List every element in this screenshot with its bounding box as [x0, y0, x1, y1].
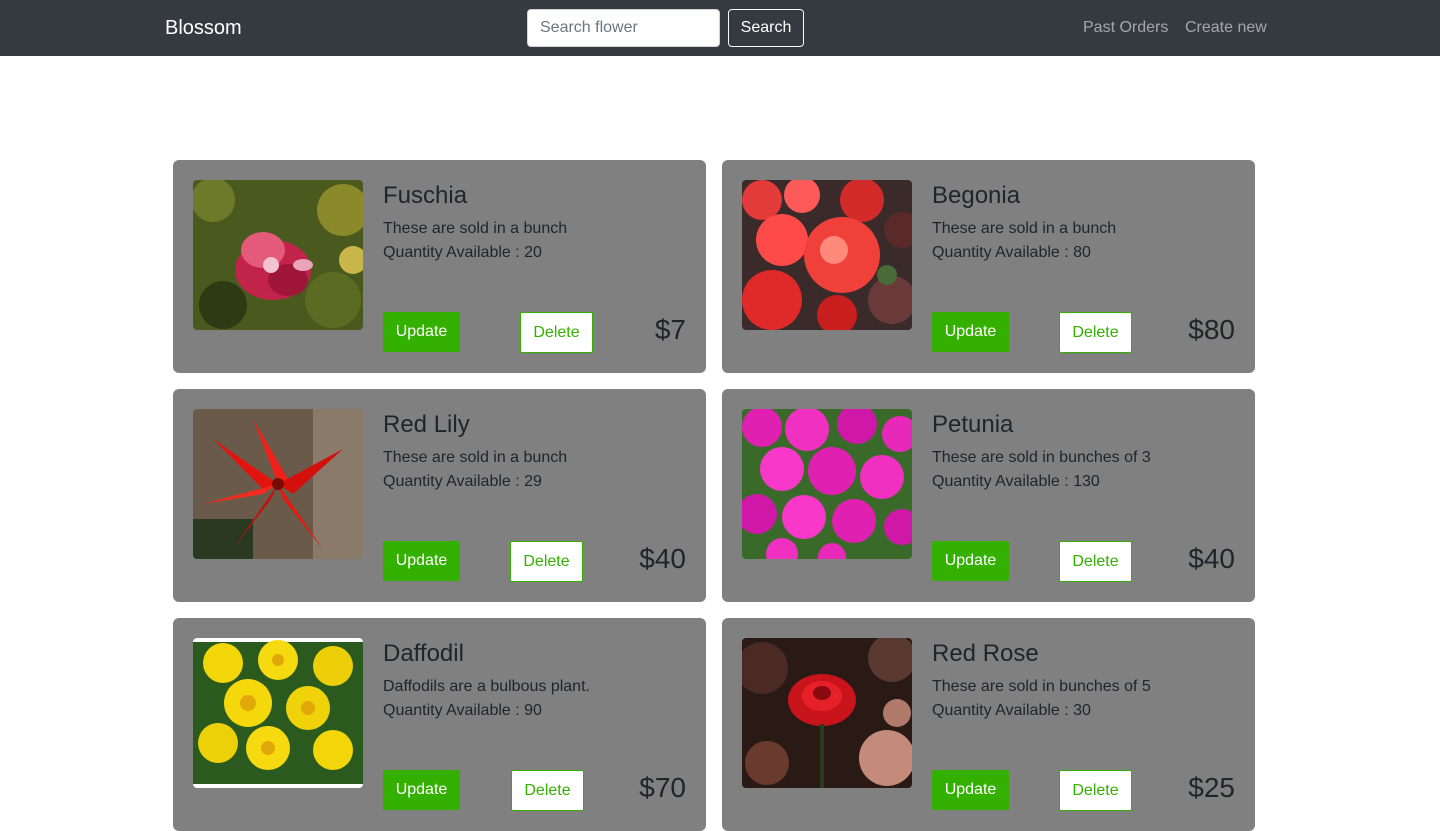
product-description: Daffodils are a bulbous plant. — [383, 678, 590, 695]
product-name: Daffodil — [383, 640, 464, 667]
product-quantity: Quantity Available : 90 — [383, 702, 542, 719]
product-description: These are sold in bunches of 5 — [932, 678, 1151, 695]
update-button[interactable]: Update — [932, 770, 1009, 810]
search-button[interactable]: Search — [728, 9, 804, 47]
product-card-daffodil: Daffodil Daffodils are a bulbous plant. … — [173, 618, 706, 831]
product-card-red-rose: Red Rose These are sold in bunches of 5 … — [722, 618, 1255, 831]
product-description: These are sold in bunches of 3 — [932, 449, 1151, 466]
delete-button[interactable]: Delete — [1059, 312, 1132, 353]
update-button[interactable]: Update — [383, 770, 460, 810]
product-card-fuschia: Fuschia These are sold in a bunch Quanti… — [173, 160, 706, 373]
brand-logo[interactable]: Blossom — [165, 16, 242, 40]
product-description: These are sold in a bunch — [383, 449, 568, 466]
product-name: Red Lily — [383, 411, 470, 438]
product-name: Red Rose — [932, 640, 1039, 667]
product-description: These are sold in a bunch — [383, 220, 568, 237]
nav-link-create-new[interactable]: Create new — [1185, 18, 1267, 38]
product-price: $80 — [1188, 314, 1235, 345]
product-name: Petunia — [932, 411, 1014, 438]
delete-button[interactable]: Delete — [1059, 541, 1132, 582]
daffodil-photo — [193, 638, 363, 788]
search-input[interactable] — [527, 9, 720, 47]
petunia-photo — [742, 409, 912, 559]
red-rose-photo — [742, 638, 912, 788]
update-button[interactable]: Update — [932, 312, 1009, 352]
product-card-petunia: Petunia These are sold in bunches of 3 Q… — [722, 389, 1255, 602]
product-price: $70 — [639, 772, 686, 803]
product-card-begonia: Begonia These are sold in a bunch Quanti… — [722, 160, 1255, 373]
update-button[interactable]: Update — [383, 541, 460, 581]
product-name: Begonia — [932, 182, 1021, 209]
product-quantity: Quantity Available : 30 — [932, 702, 1091, 719]
navbar: Blossom Search Past Orders Create new — [0, 0, 1440, 56]
product-price: $25 — [1188, 772, 1235, 803]
nav-link-past-orders[interactable]: Past Orders — [1083, 18, 1168, 38]
product-price: $40 — [639, 543, 686, 574]
product-quantity: Quantity Available : 80 — [932, 244, 1091, 261]
red-lily-photo — [193, 409, 363, 559]
update-button[interactable]: Update — [932, 541, 1009, 581]
delete-button[interactable]: Delete — [1059, 770, 1132, 811]
product-price: $40 — [1188, 543, 1235, 574]
product-name: Fuschia — [383, 182, 468, 209]
product-quantity: Quantity Available : 20 — [383, 244, 542, 261]
delete-button[interactable]: Delete — [510, 541, 583, 582]
delete-button[interactable]: Delete — [520, 312, 593, 353]
fuschia-photo — [193, 180, 363, 330]
product-price: $7 — [654, 314, 686, 345]
product-description: These are sold in a bunch — [932, 220, 1117, 237]
begonia-photo — [742, 180, 912, 330]
product-quantity: Quantity Available : 29 — [383, 473, 542, 490]
update-button[interactable]: Update — [383, 312, 460, 352]
delete-button[interactable]: Delete — [511, 770, 584, 811]
product-card-red-lily: Red Lily These are sold in a bunch Quant… — [173, 389, 706, 602]
product-quantity: Quantity Available : 130 — [932, 473, 1100, 490]
